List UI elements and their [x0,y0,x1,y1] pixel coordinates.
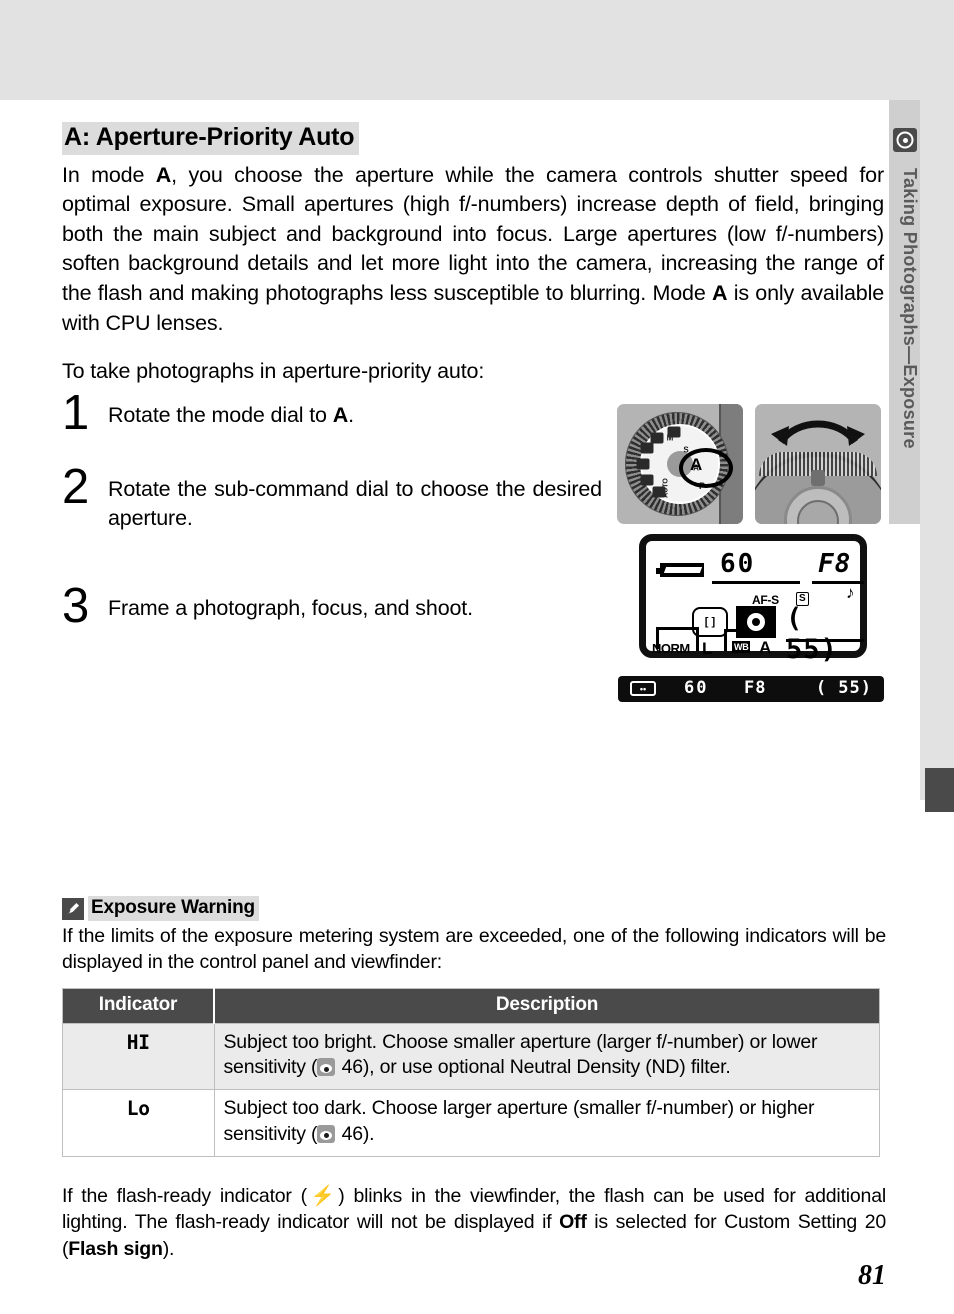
dial-illustrations: P A S M AUTO A [617,404,887,524]
lead-paragraph: To take photographs in aperture-priority… [62,359,485,384]
step-item: 2 Rotate the sub-command dial to choose … [62,463,602,532]
description-page: 46 [341,1056,363,1079]
column-header-indicator: Indicator [62,988,215,1024]
step-item: 3 Frame a photograph, focus, and shoot. [62,582,602,640]
step-item: 1 Rotate the mode dial to A. [62,389,602,447]
note-body: If the limits of the exposure metering s… [62,925,886,974]
column-header-description: Description [214,988,880,1024]
image-size-label: L [702,639,713,658]
metering-mode-icon [736,606,776,638]
description-cell: Subject too bright. Choose smaller apert… [214,1022,880,1090]
reference-icon [317,1124,336,1143]
table-header-row: Indicator Description [62,988,880,1024]
intro-paragraph: In mode A, you choose the aperture while… [62,162,884,335]
chapter-edge-marker [925,768,954,812]
mode-dial-illustration: P A S M AUTO A [617,404,743,524]
step-number: 3 [62,579,90,634]
focus-bracket-icon: [ ] [692,607,728,637]
tail-paragraph: If the flash-ready indicator (⚡) blinks … [62,1184,886,1261]
illustration-column: P A S M AUTO A 60 F8 ♪ AF-S S [] (55) … [617,404,887,702]
shutter-speed-value: 60 [720,549,756,579]
viewfinder-shutter-speed: 60 [684,678,709,698]
description-pre: Subject too dark. Choose larger aperture… [223,1097,815,1145]
page-number: 81 [858,1260,886,1291]
quality-label: NORM [652,641,690,656]
exposure-warning-note: Exposure Warning If the limits of the ex… [62,896,886,1157]
table-row: Lo Subject too dark. Choose larger apert… [62,1089,880,1157]
battery-icon [656,563,704,577]
viewfinder-display: •• 60 F8 ( 55) [618,676,884,702]
description-page: 46 [341,1122,363,1145]
white-balance-label: WB [732,641,751,653]
reference-icon [317,1058,336,1077]
right-edge-strip [920,100,954,800]
step-text: Rotate the sub-command dial to choose th… [108,477,602,530]
indicator-value: HI [62,1022,215,1090]
top-band [0,0,954,100]
camera-metering-icon [893,128,917,152]
frames-remaining-value: ( 55) [786,603,838,665]
viewfinder-frames-remaining: ( 55) [815,678,872,698]
viewfinder-aperture: F8 [744,678,767,698]
step-number: 1 [62,386,90,441]
indicator-table: Indicator Description HI Subject too bri… [62,987,880,1157]
description-post: ), or use optional Neutral Density (ND) … [362,1056,731,1079]
step-text: Frame a photograph, focus, and shoot. [108,596,473,621]
mode-dial-selection-highlight [679,448,733,488]
note-title: Exposure Warning [88,896,259,921]
description-cell: Subject too dark. Choose larger aperture… [214,1089,880,1157]
description-post: ). [362,1122,375,1145]
focus-indicator-icon: •• [630,681,656,696]
aperture-value: F8 [818,549,852,579]
step-number: 2 [62,460,90,515]
sub-command-dial-illustration [755,404,881,524]
rotate-arrow-icon [771,420,865,446]
page-title: A: Aperture-Priority Auto [62,122,360,155]
focus-mode-label: AF-S [752,593,779,607]
white-balance-value: A [759,638,772,657]
step-list: 1 Rotate the mode dial to A. 2 Rotate th… [62,389,602,640]
control-panel-display: 60 F8 ♪ AF-S S [ ] ( 55) NORM L WB A [639,534,867,665]
mode-dial-selected-mode: A [690,455,703,474]
side-tab-label: Taking Photographs—Exposure [900,168,920,449]
indicator-value: Lo [62,1089,215,1157]
manual-page: Taking Photographs—Exposure A: Aperture-… [0,0,954,1314]
beep-icon: ♪ [846,583,855,602]
step-text: Rotate the mode dial to A. [108,403,354,428]
table-row: HI Subject too bright. Choose smaller ap… [62,1022,880,1090]
pencil-icon [62,897,84,920]
